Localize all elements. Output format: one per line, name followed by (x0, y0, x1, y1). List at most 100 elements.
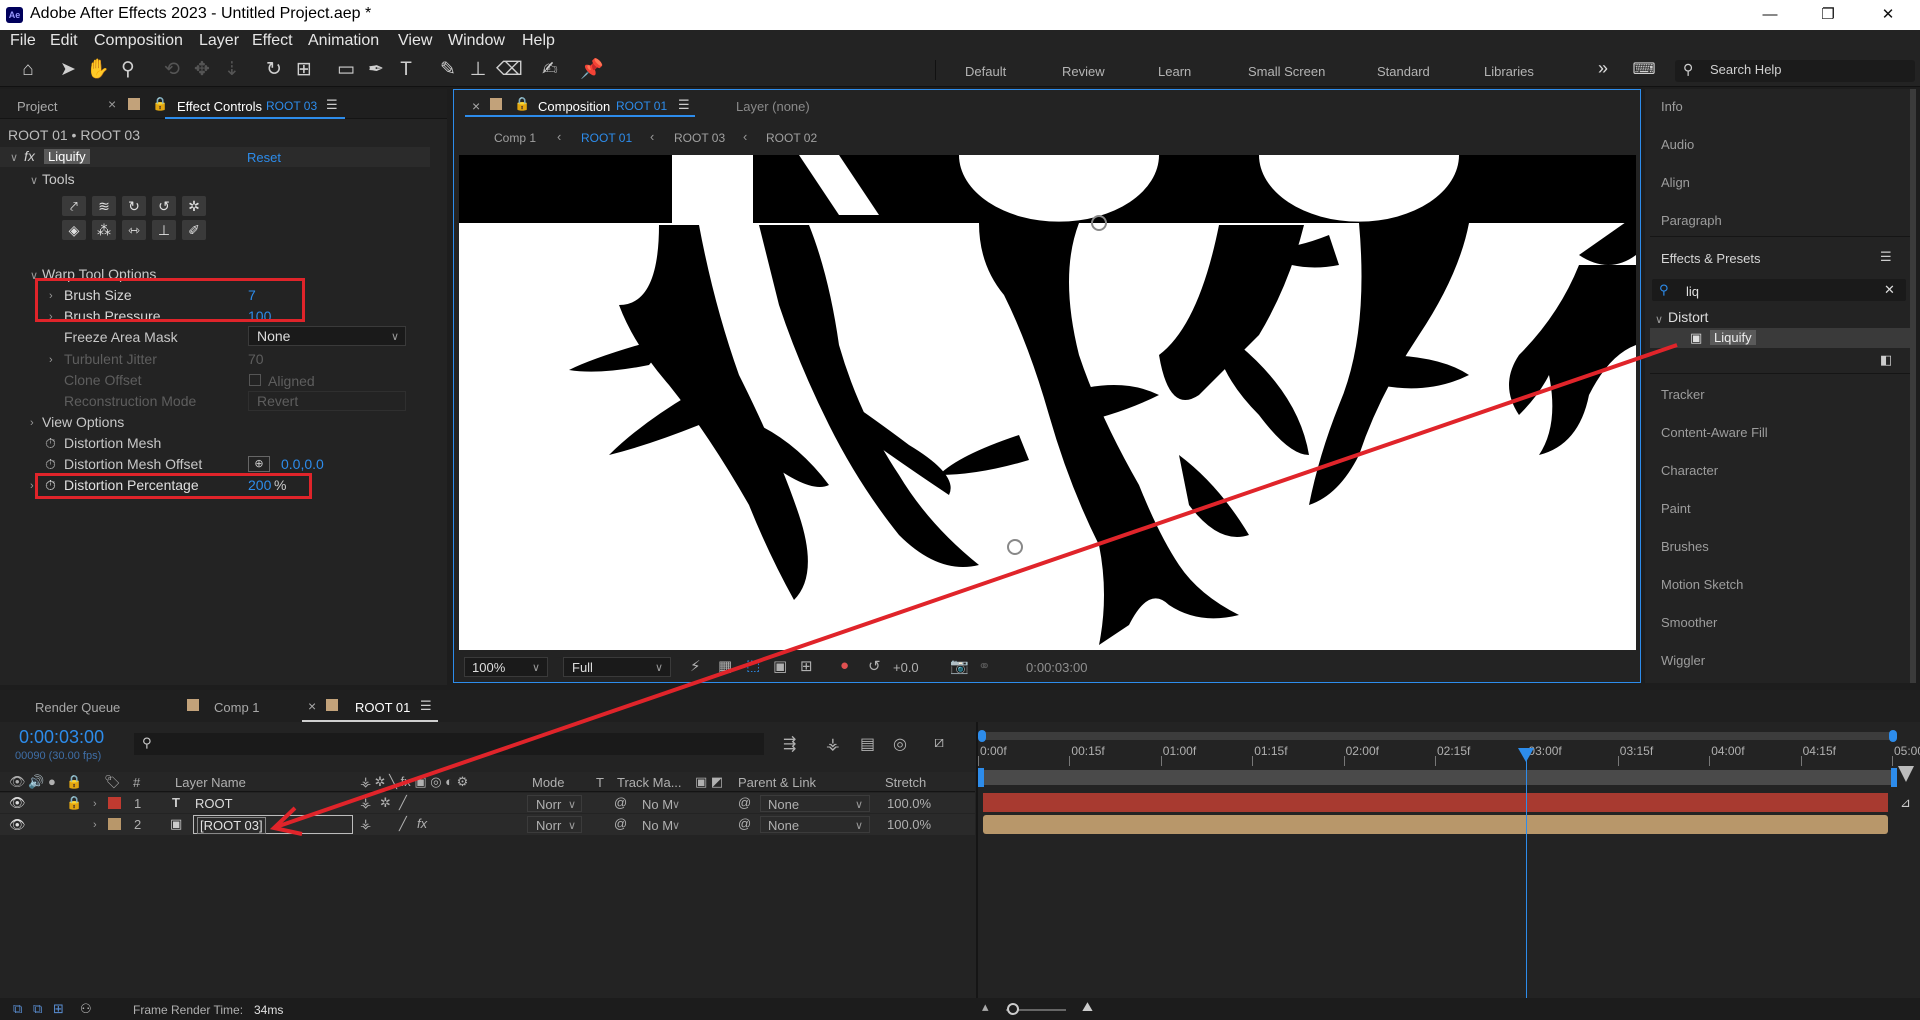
expand-distort-icon[interactable]: ∨ (1655, 313, 1663, 326)
menu-window[interactable]: Window (448, 32, 505, 50)
mask-visibility-icon[interactable]: ⬚ (746, 656, 760, 674)
menu-effect[interactable]: Effect (252, 32, 293, 50)
solo-icon[interactable]: ● (48, 774, 56, 789)
pucker-tool-icon[interactable]: ✲ (182, 196, 206, 216)
puppet-pin-tool-icon[interactable]: 📌 (580, 58, 604, 82)
dolly-camera-icon[interactable]: ⇣ (220, 58, 244, 82)
pin-icon[interactable]: ⊿ (1900, 795, 1911, 811)
panel-tracker[interactable]: Tracker (1661, 387, 1705, 402)
scrollbar[interactable] (1910, 89, 1916, 683)
panel-motion-sketch[interactable]: Motion Sketch (1661, 577, 1743, 592)
close-tab-icon[interactable]: × (308, 698, 316, 714)
rotation-tool-icon[interactable]: ↻ (262, 58, 286, 82)
close-button[interactable]: ✕ (1873, 3, 1903, 27)
selection-tool-icon[interactable]: ➤ (56, 58, 80, 82)
type-tool-icon[interactable]: T (394, 58, 418, 82)
expand-layer-icon[interactable]: › (93, 798, 97, 810)
menu-file[interactable]: File (10, 32, 36, 50)
track-matte-value[interactable]: No M (642, 797, 673, 812)
new-preset-icon[interactable]: ◧ (1880, 352, 1892, 368)
panel-brushes[interactable]: Brushes (1661, 539, 1709, 554)
warp-tool-icon[interactable]: ⤤ (62, 196, 86, 216)
draft-3d-icon[interactable]: ⚶ (826, 734, 840, 754)
zoom-slider-thumb[interactable] (1007, 1003, 1019, 1015)
close-tab-icon[interactable]: × (108, 96, 116, 112)
effect-controls-target[interactable]: ROOT 03 (266, 99, 317, 113)
in-out-toggle-icon[interactable]: ⊞ (53, 1001, 64, 1017)
tab-layer[interactable]: Layer (none) (736, 99, 810, 114)
stopwatch-icon[interactable]: ⏱ (45, 456, 56, 473)
navigator-end-handle[interactable] (1889, 730, 1897, 742)
crosshair-icon[interactable]: ⊕ (248, 456, 270, 472)
menu-layer[interactable]: Layer (199, 32, 239, 50)
hand-tool-icon[interactable]: ✋ (86, 58, 110, 82)
menu-help[interactable]: Help (522, 32, 555, 50)
label-icon[interactable]: 🏷 (104, 774, 121, 790)
workspace-default[interactable]: Default (965, 64, 1006, 79)
eraser-tool-icon[interactable]: ⌫ (496, 58, 523, 82)
workspace-small-screen[interactable]: Small Screen (1248, 64, 1325, 79)
time-ruler[interactable]: 0:00f 00:15f 01:00f 01:15f 02:00f 02:15f 03:00… (978, 742, 1920, 766)
panel-align[interactable]: Align (1661, 175, 1690, 190)
eye-icon[interactable]: 👁 (9, 817, 26, 833)
category-distort[interactable]: Distort (1668, 309, 1708, 325)
guides-icon[interactable]: ⊞ (800, 657, 813, 675)
distortion-mesh-offset-value[interactable]: 0.0,0.0 (281, 456, 324, 472)
shy-icon[interactable]: ⚶ (360, 816, 371, 832)
panel-audio[interactable]: Audio (1661, 137, 1694, 152)
parent-pickwhip-icon[interactable]: @ (738, 795, 751, 810)
workspace-standard[interactable]: Standard (1377, 64, 1430, 79)
panel-smoother[interactable]: Smoother (1661, 615, 1717, 630)
eye-icon[interactable]: 👁 (9, 795, 26, 811)
layer-name[interactable]: [ROOT 03] (197, 817, 266, 834)
fast-previews-icon[interactable]: ⚡ (690, 657, 701, 675)
composition-viewer[interactable] (459, 155, 1636, 650)
motion-blur-icon[interactable]: ◎ (893, 734, 907, 754)
panel-effects-presets[interactable]: Effects & Presets (1661, 251, 1760, 266)
panel-info[interactable]: Info (1661, 99, 1683, 114)
panel-menu-icon[interactable]: ☰ (1880, 249, 1892, 265)
nav-root-01[interactable]: ROOT 01 (581, 131, 632, 145)
twirl-clockwise-tool-icon[interactable]: ↻ (122, 196, 146, 216)
graph-editor-icon[interactable]: ⧄ (934, 734, 944, 752)
clone-stamp-tool-icon[interactable]: ⊥ (466, 58, 490, 82)
workspace-libraries[interactable]: Libraries (1484, 64, 1534, 79)
navigator-start-handle[interactable] (978, 730, 986, 742)
video-visibility-icon[interactable]: 👁 (9, 774, 26, 790)
work-area-end[interactable] (1891, 768, 1897, 787)
tab-root-01[interactable]: ROOT 01 (355, 700, 410, 715)
expand-effect-icon[interactable]: ∨ (10, 151, 18, 164)
panel-wiggler[interactable]: Wiggler (1661, 653, 1705, 668)
tab-comp-1[interactable]: Comp 1 (214, 700, 260, 715)
expand-distortion-percentage-icon[interactable]: › (30, 480, 34, 492)
work-area-bar[interactable] (980, 770, 1895, 785)
stretch-value[interactable]: 100.0% (887, 817, 931, 832)
roto-brush-tool-icon[interactable]: ✍ (538, 58, 562, 82)
workspace-learn[interactable]: Learn (1158, 64, 1191, 79)
maximize-button[interactable]: ❐ (1813, 3, 1843, 27)
transparency-grid-icon[interactable]: ▦ (718, 657, 732, 675)
home-icon[interactable]: ⌂ (16, 58, 40, 82)
viewer-timecode[interactable]: 0:00:03:00 (1026, 660, 1087, 675)
current-timecode[interactable]: 0:00:03:00 (19, 727, 104, 748)
track-matte-value[interactable]: No M (642, 818, 673, 833)
panel-menu-icon[interactable]: ☰ (420, 698, 432, 714)
composition-mini-flowchart-icon[interactable]: ⇶ (783, 734, 796, 754)
region-of-interest-icon[interactable]: ▣ (773, 657, 787, 675)
pan-camera-icon[interactable]: ✥ (190, 58, 214, 82)
zoom-in-icon[interactable]: ⛰ (1082, 999, 1093, 1015)
menu-view[interactable]: View (398, 32, 432, 50)
layer-name[interactable]: ROOT (195, 796, 233, 811)
panel-content-aware-fill[interactable]: Content-Aware Fill (1661, 425, 1768, 440)
panel-menu-icon[interactable]: ☰ (326, 97, 338, 113)
liquify-result-row[interactable] (1650, 328, 1910, 348)
clear-search-icon[interactable]: ✕ (1884, 282, 1895, 298)
workspace-review[interactable]: Review (1062, 64, 1105, 79)
frame-blending-icon[interactable]: ▤ (860, 734, 875, 754)
fx-switch-icon[interactable]: fx (417, 816, 427, 831)
column-layer-name-header[interactable]: Layer Name (175, 775, 246, 790)
exposure-value[interactable]: +0.0 (893, 660, 919, 675)
panel-paragraph[interactable]: Paragraph (1661, 213, 1722, 228)
show-snapshot-icon[interactable]: ⚭ (978, 657, 991, 675)
clone-tool-icon[interactable]: ⊥ (152, 220, 176, 240)
